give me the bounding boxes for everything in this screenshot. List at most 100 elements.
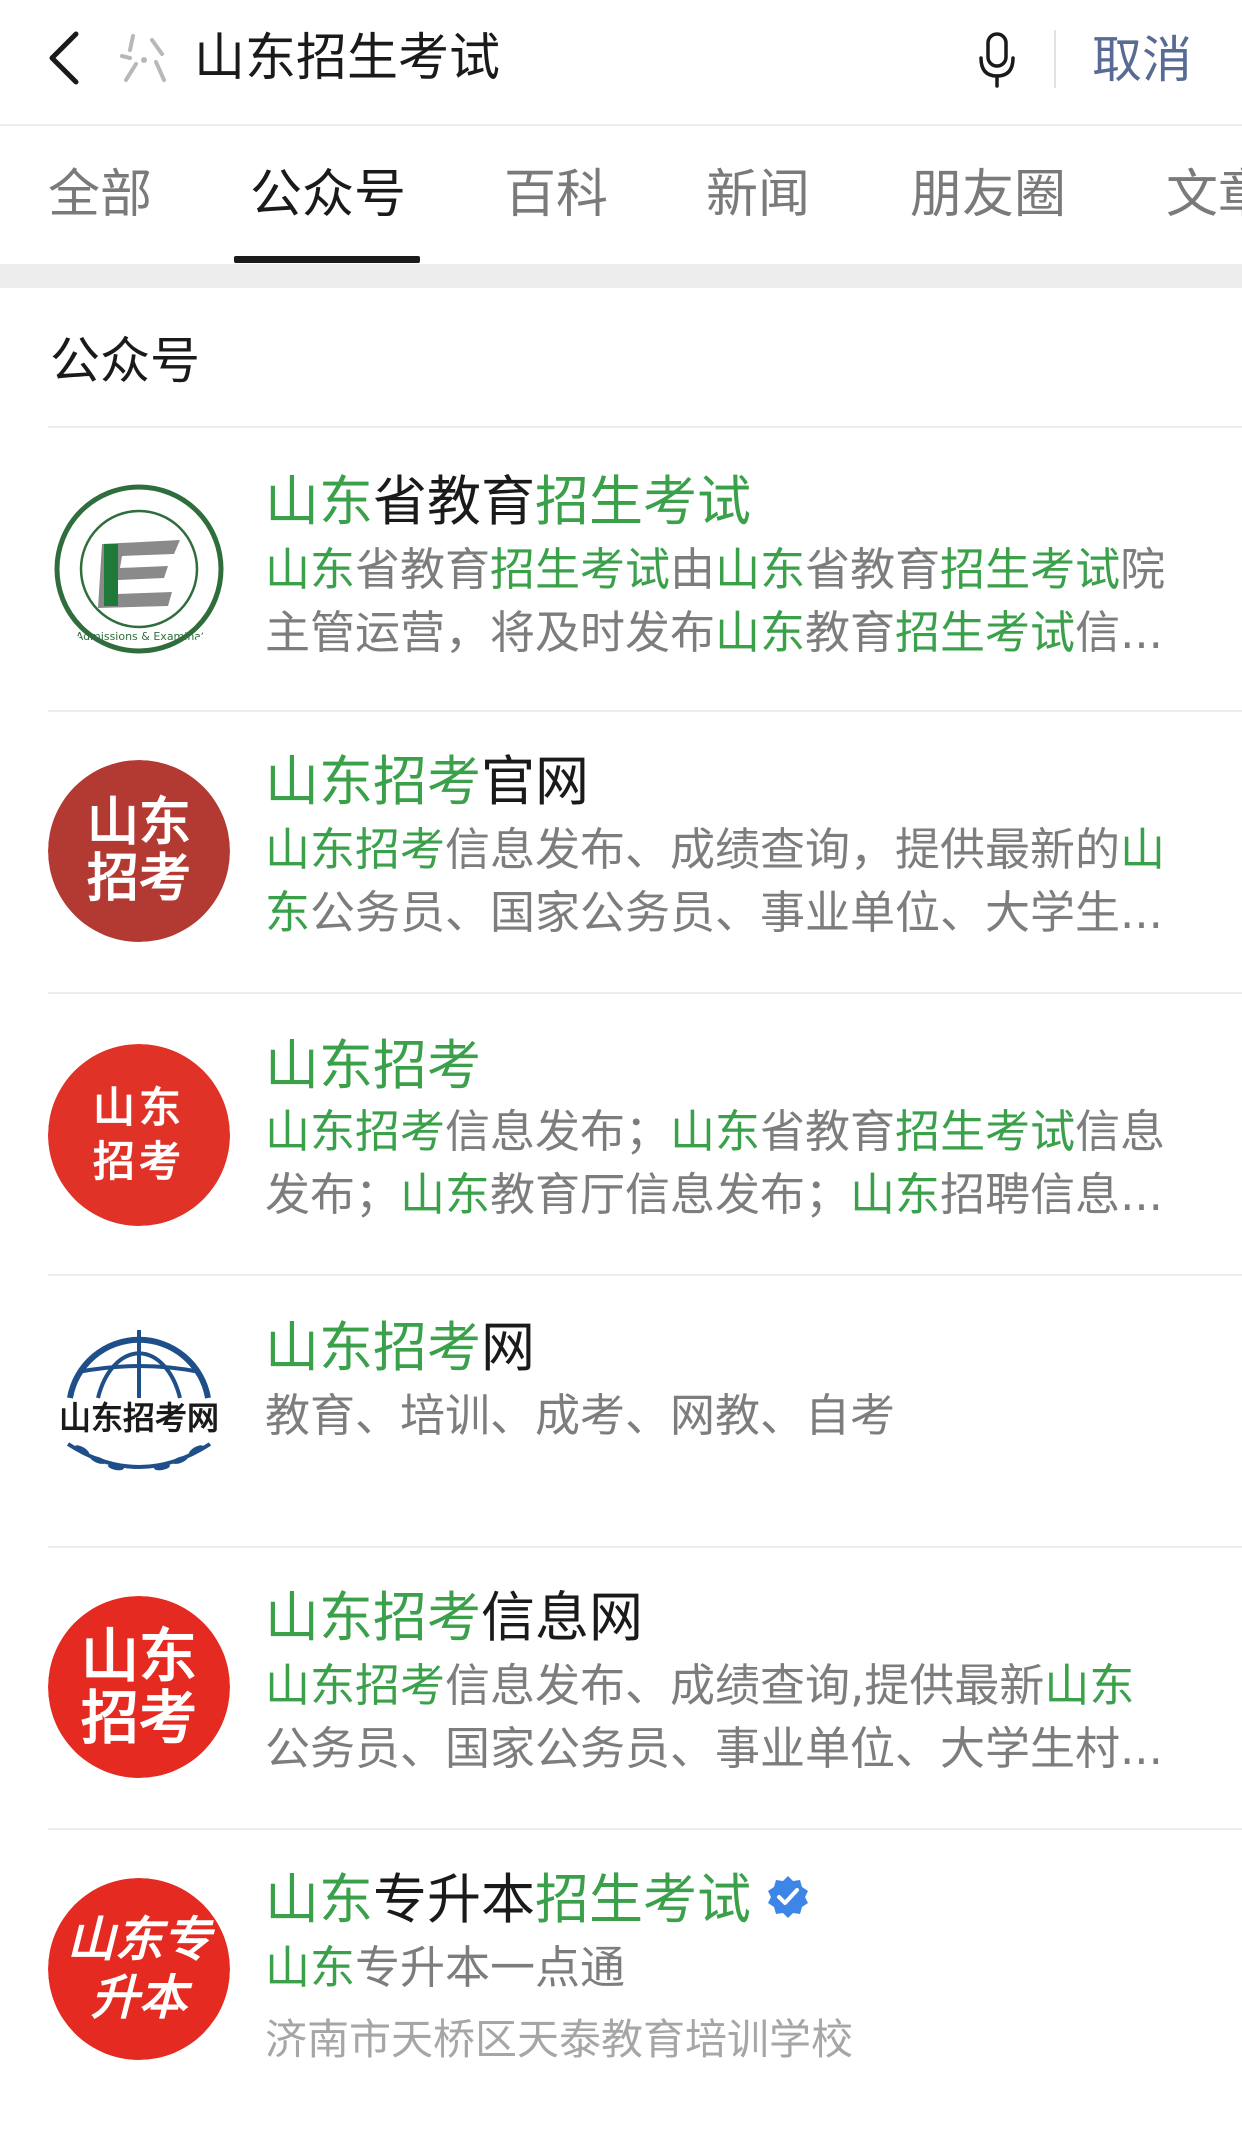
tab-news[interactable]: 新闻 bbox=[706, 160, 810, 230]
keyword-highlight: 招生考试 bbox=[535, 1868, 751, 1931]
account-avatar: 山东招考网 bbox=[48, 1320, 230, 1502]
description-line: 主管运营，将及时发布山东教育招生考试信... bbox=[265, 601, 1195, 664]
text-segment: 专升本一点通 bbox=[355, 1941, 626, 1994]
keyword-highlight: 山 bbox=[1120, 823, 1166, 876]
account-title: 山东招考 bbox=[265, 1030, 481, 1102]
text-segment: 教育厅信息发布； bbox=[490, 1168, 851, 1221]
account-description: 山东招考信息发布、成绩查询,提供最新山东 公务员、国家公务员、事业单位、大学生村.… bbox=[265, 1654, 1195, 1780]
keyword-highlight: 山东招考 bbox=[265, 1659, 446, 1712]
verified-badge-icon bbox=[768, 1876, 808, 1919]
keyword-highlight: 山东 bbox=[715, 606, 806, 659]
avatar-label: 山东招考网 bbox=[58, 1399, 219, 1437]
tab-encyclopedia[interactable]: 百科 bbox=[504, 160, 608, 230]
cancel-button[interactable]: 取消 bbox=[1092, 28, 1192, 92]
description-line: 山东招考信息发布、成绩查询，提供最新的山 bbox=[265, 818, 1195, 881]
result-item[interactable]: 山东招考 山东招考官网 山东招考信息发布、成绩查询，提供最新的山 东公务员、国家公… bbox=[0, 712, 1242, 992]
text-segment: 省教育 bbox=[760, 1105, 896, 1158]
keyword-highlight: 招生考试 bbox=[895, 1105, 1076, 1158]
shandong-zhaokao-logo-icon: 山东招考 bbox=[48, 1044, 230, 1226]
keyword-highlight: 山东招考 bbox=[265, 1034, 481, 1097]
tab-official-accounts[interactable]: 公众号 bbox=[250, 160, 406, 230]
account-avatar: 山东招考 bbox=[48, 1044, 230, 1226]
description-line: 公务员、国家公务员、事业单位、大学生村... bbox=[265, 1717, 1195, 1780]
seal-text: Shandong Education Admissions & Examinat… bbox=[48, 629, 230, 643]
text-segment: 主管运营，将及时发布 bbox=[265, 606, 716, 659]
text-segment: 信息发布、成绩查询，提供最新的 bbox=[445, 823, 1121, 876]
keyword-highlight: 招生考试 bbox=[490, 543, 671, 596]
description-line: 山东专升本一点通 bbox=[265, 1936, 1195, 1999]
active-tab-indicator bbox=[234, 256, 420, 263]
tab-moments[interactable]: 朋友圈 bbox=[910, 160, 1066, 230]
text-segment: 专升本 bbox=[373, 1868, 535, 1931]
keyword-highlight: 山东 bbox=[265, 543, 356, 596]
keyword-highlight: 山东 bbox=[715, 543, 806, 596]
account-title: 山东省教育招生考试 bbox=[265, 466, 751, 538]
keyword-highlight: 山东 bbox=[670, 1105, 761, 1158]
shandong-zhaokao-logo-icon: 山东招考 bbox=[48, 760, 230, 942]
description-line: 山东招考信息发布；山东省教育招生考试信息 bbox=[265, 1100, 1195, 1163]
section-gap bbox=[0, 264, 1242, 288]
text-segment: 信息发布、成绩查询,提供最新 bbox=[445, 1659, 1045, 1712]
avatar-label: 山东招考 bbox=[92, 1083, 185, 1186]
keyword-highlight: 山东招考 bbox=[265, 823, 446, 876]
account-description: 山东招考信息发布；山东省教育招生考试信息 发布；山东教育厅信息发布；山东招聘信息.… bbox=[265, 1100, 1195, 1226]
description-line: 山东省教育招生考试由山东省教育招生考试院 bbox=[265, 538, 1195, 601]
text-segment: 招聘信息... bbox=[940, 1168, 1163, 1221]
description-line: 教育、培训、成考、网教、自考 bbox=[265, 1384, 1195, 1447]
result-item[interactable]: Shandong Education Admissions & Examinat… bbox=[0, 428, 1242, 710]
avatar-label: 山东专升本 bbox=[66, 1912, 211, 2026]
text-segment: 院 bbox=[1120, 543, 1166, 596]
keyword-highlight: 东 bbox=[265, 886, 311, 939]
text-segment: 公务员、国家公务员、事业单位、大学生村... bbox=[265, 1722, 1163, 1775]
account-title: 山东招考网 bbox=[265, 1312, 535, 1384]
keyword-highlight: 山东招考 bbox=[265, 1586, 481, 1649]
avatar-label: 山东招考 bbox=[86, 793, 191, 909]
keyword-highlight: 山东招考 bbox=[265, 750, 481, 813]
filter-tabs: 全部 公众号 百科 新闻 朋友圈 文章 bbox=[0, 126, 1242, 264]
search-results-page: 山东招生考试 取消 全部 公众号 百科 新闻 朋友圈 文章 公众号 bbox=[0, 0, 1242, 2139]
account-avatar: 山东专升本 bbox=[48, 1878, 230, 2060]
result-item[interactable]: 山东招考 山东招考信息网 山东招考信息发布、成绩查询,提供最新山东 公务员、国家公… bbox=[0, 1548, 1242, 1828]
shandong-zhaokao-logo-icon: 山东招考 bbox=[48, 1596, 230, 1778]
back-arrow-icon[interactable] bbox=[40, 26, 90, 90]
description-line: 山东招考信息发布、成绩查询,提供最新山东 bbox=[265, 1654, 1195, 1717]
text-segment: 省教育 bbox=[373, 470, 535, 533]
text-segment: 由 bbox=[670, 543, 716, 596]
microphone-icon[interactable] bbox=[974, 30, 1020, 90]
keyword-highlight: 山东 bbox=[265, 470, 373, 533]
text-segment: 信息网 bbox=[481, 1586, 643, 1649]
account-title: 山东专升本招生考试 bbox=[265, 1864, 811, 1936]
text-segment: 教育 bbox=[805, 606, 896, 659]
header-divider bbox=[1054, 30, 1056, 88]
avatar-label: 山东招考 bbox=[80, 1622, 197, 1752]
text-segment: 信息 bbox=[1075, 1105, 1166, 1158]
keyword-highlight: 招生考试 bbox=[940, 543, 1121, 596]
account-avatar: 山东招考 bbox=[48, 760, 230, 942]
keyword-highlight: 山东 bbox=[850, 1168, 941, 1221]
keyword-highlight: 山东招考 bbox=[265, 1105, 446, 1158]
tab-all[interactable]: 全部 bbox=[48, 160, 152, 230]
account-description: 山东省教育招生考试由山东省教育招生考试院 主管运营，将及时发布山东教育招生考试信.… bbox=[265, 538, 1195, 664]
wechat-search-logo-icon bbox=[120, 34, 166, 82]
keyword-highlight: 山东 bbox=[265, 1868, 373, 1931]
result-item[interactable]: 山东招考网 山东招考网 教育、培训、成考、网教、自考 bbox=[0, 1276, 1242, 1546]
keyword-highlight: 山东 bbox=[265, 1941, 356, 1994]
account-operator: 济南市天桥区天泰教育培训学校 bbox=[265, 2015, 854, 2064]
tab-articles[interactable]: 文章 bbox=[1166, 160, 1242, 230]
text-segment: 官网 bbox=[481, 750, 589, 813]
account-avatar: 山东招考 bbox=[48, 1596, 230, 1778]
description-line: 东公务员、国家公务员、事业单位、大学生... bbox=[265, 881, 1195, 944]
account-description: 教育、培训、成考、网教、自考 bbox=[265, 1384, 1195, 1447]
shandong-zhuanshengben-logo-icon: 山东专升本 bbox=[48, 1878, 230, 2060]
sdeea-seal-logo-icon: Shandong Education Admissions & Examinat… bbox=[48, 479, 230, 659]
text-segment: 公务员、国家公务员、事业单位、大学生... bbox=[310, 886, 1163, 939]
description-line: 发布；山东教育厅信息发布；山东招聘信息... bbox=[265, 1163, 1195, 1226]
text-segment: 信息发布； bbox=[445, 1105, 671, 1158]
result-item[interactable]: 山东专升本 山东专升本招生考试 山东专升本一点通 济南市天桥区天泰教育培训学校 bbox=[0, 1830, 1242, 2139]
account-title: 山东招考官网 bbox=[265, 746, 589, 818]
result-item[interactable]: 山东招考 山东招考 山东招考信息发布；山东省教育招生考试信息 发布；山东教育厅信息… bbox=[0, 994, 1242, 1274]
search-header: 山东招生考试 取消 bbox=[0, 0, 1242, 124]
text-segment: 教育、培训、成考、网教、自考 bbox=[265, 1389, 896, 1442]
account-avatar: Shandong Education Admissions & Examinat… bbox=[48, 478, 230, 660]
search-query[interactable]: 山东招生考试 bbox=[194, 24, 500, 94]
